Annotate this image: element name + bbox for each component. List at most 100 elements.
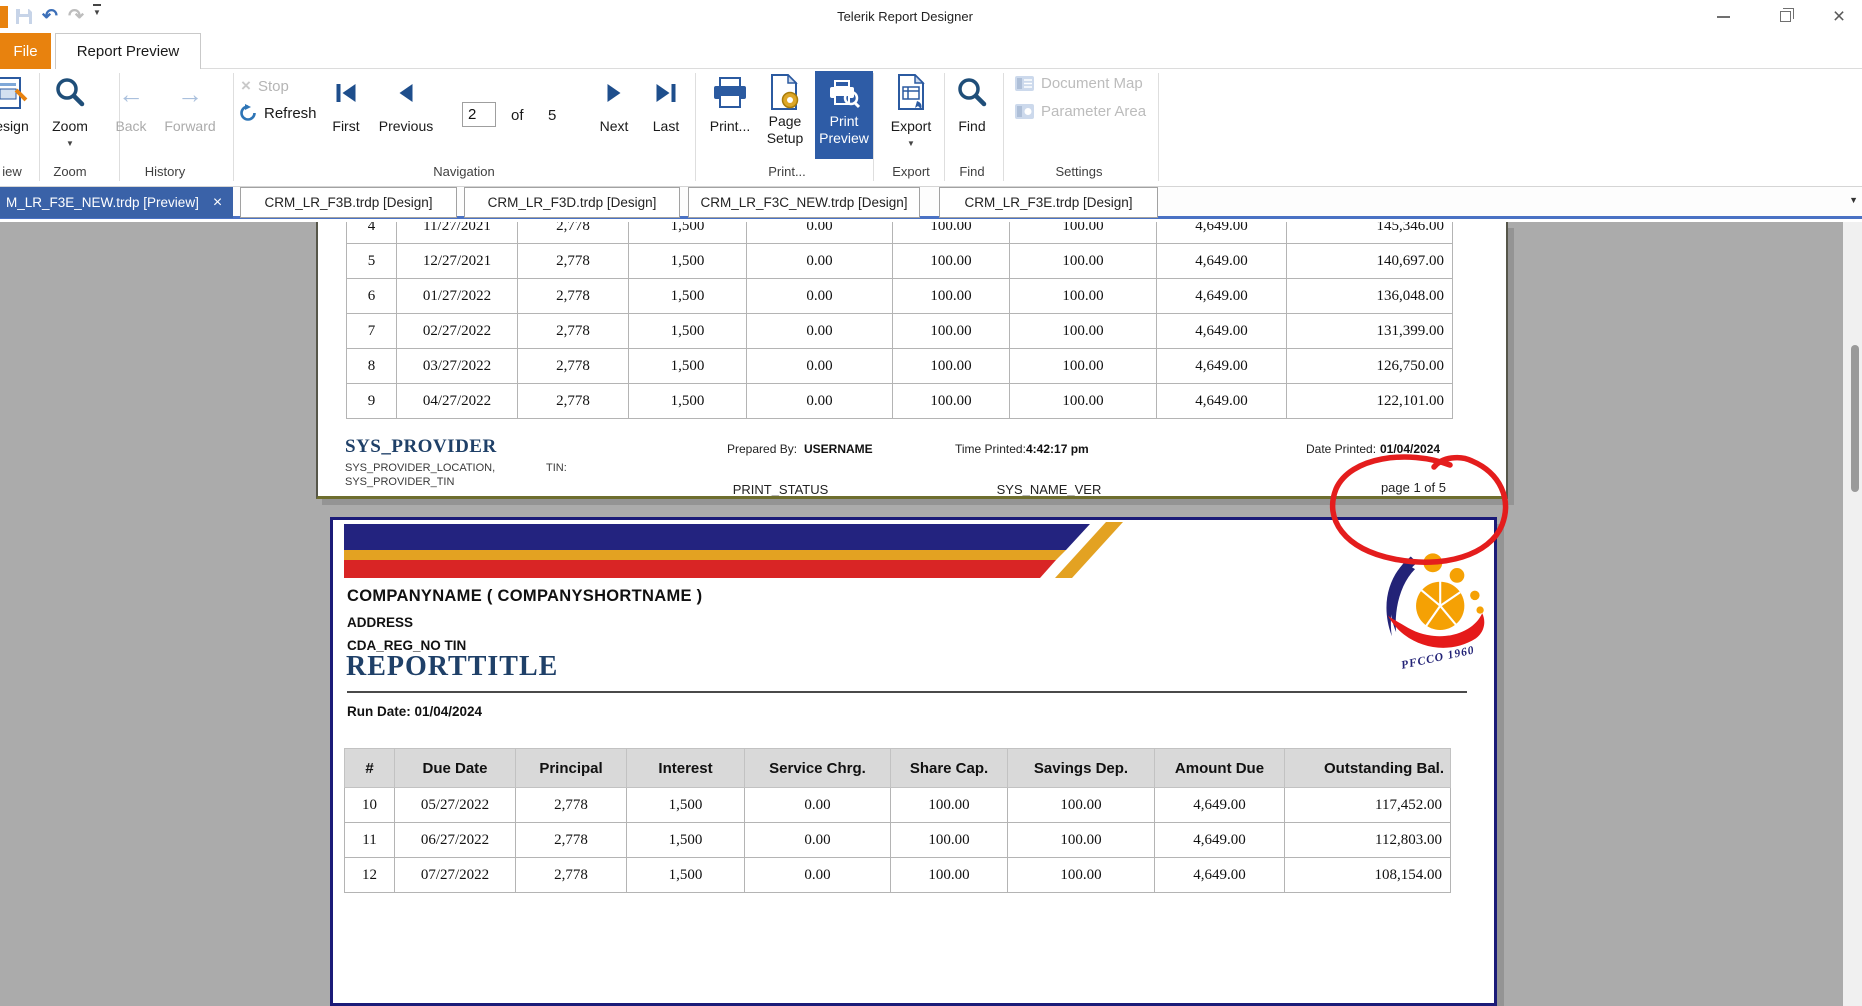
next-page-icon[interactable]	[608, 84, 621, 102]
document-map-button[interactable]: Document Map	[1015, 75, 1143, 92]
document-tab[interactable]: M_LR_F3E_NEW.trdp [Preview]×	[0, 187, 233, 218]
first-page-button[interactable]: First	[332, 118, 359, 134]
export-dropdown-icon[interactable]: ▼	[907, 139, 915, 148]
page-setup-icon[interactable]	[769, 74, 801, 110]
group-label-view: iew	[2, 164, 22, 179]
tab-list-dropdown-icon[interactable]: ▼	[1849, 195, 1858, 205]
document-tab[interactable]: CRM_LR_F3E.trdp [Design]	[939, 187, 1158, 218]
print-icon[interactable]	[712, 77, 748, 109]
table-header-row: #Due DatePrincipalInterestService Chrg.S…	[345, 749, 1451, 788]
table-cell: 06/27/2022	[395, 823, 516, 858]
table-cell: 0.00	[745, 788, 891, 823]
table-cell: 100.00	[893, 244, 1010, 279]
export-button[interactable]: Export	[891, 118, 931, 134]
report-page-2: COMPANYNAME ( COMPANYSHORTNAME ) ADDRESS…	[330, 517, 1497, 1006]
zoom-dropdown-icon[interactable]: ▼	[66, 139, 74, 148]
table-cell: 145,346.00	[1287, 222, 1453, 244]
find-button[interactable]: Find	[958, 118, 985, 134]
table-cell: 4,649.00	[1157, 314, 1287, 349]
document-tab[interactable]: CRM_LR_F3D.trdp [Design]	[464, 187, 680, 218]
column-header: Amount Due	[1155, 749, 1285, 788]
table-cell: 4,649.00	[1155, 823, 1285, 858]
minimize-button[interactable]	[1700, 2, 1746, 31]
table-cell: 4,649.00	[1155, 858, 1285, 893]
document-tab[interactable]: CRM_LR_F3C_NEW.trdp [Design]	[688, 187, 920, 218]
prepared-by-value: USERNAME	[804, 442, 873, 456]
column-header: Share Cap.	[891, 749, 1008, 788]
table-row: 904/27/20222,7781,5000.00100.00100.004,6…	[347, 384, 1453, 419]
group-separator	[233, 73, 234, 181]
document-tab[interactable]: CRM_LR_F3B.trdp [Design]	[240, 187, 457, 218]
find-icon[interactable]	[956, 77, 988, 109]
tab-report-preview[interactable]: Report Preview	[55, 33, 201, 69]
table-cell: 100.00	[893, 314, 1010, 349]
print-button[interactable]: Print...	[710, 118, 750, 134]
title-bar: ↶ ↷ ▼ Telerik Report Designer ×	[0, 0, 1862, 33]
vertical-scrollbar[interactable]	[1843, 222, 1862, 1006]
table-cell: 11	[345, 823, 395, 858]
page-number-input[interactable]: 2	[462, 102, 496, 127]
table-cell: 4,649.00	[1157, 222, 1287, 244]
print-preview-button[interactable]: Print Preview	[815, 71, 873, 159]
export-icon[interactable]	[895, 74, 927, 110]
table-cell: 0.00	[747, 222, 893, 244]
table-cell: 12/27/2021	[397, 244, 518, 279]
table-row: 1106/27/20222,7781,5000.00100.00100.004,…	[345, 823, 1451, 858]
previous-page-icon[interactable]	[400, 84, 413, 102]
last-page-icon[interactable]	[657, 84, 676, 102]
document-tab-label: CRM_LR_F3E.trdp [Design]	[964, 195, 1132, 210]
run-date: Run Date: 01/04/2024	[347, 704, 482, 719]
table-row: 601/27/20222,7781,5000.00100.00100.004,6…	[347, 279, 1453, 314]
group-label-history: History	[145, 164, 185, 179]
table-cell: 1,500	[629, 279, 747, 314]
column-header: Outstanding Bal.	[1285, 749, 1451, 788]
back-button[interactable]: Back	[115, 118, 146, 134]
table-cell: 1,500	[627, 788, 745, 823]
table-cell: 07/27/2022	[395, 858, 516, 893]
provider-name: SYS_PROVIDER	[345, 436, 497, 458]
next-page-button[interactable]: Next	[600, 118, 629, 134]
prepared-by-label: Prepared By:	[727, 442, 797, 456]
previous-page-button[interactable]: Previous	[379, 118, 433, 134]
zoom-button[interactable]: Zoom	[52, 118, 88, 134]
refresh-label: Refresh	[264, 105, 317, 122]
header-stripes	[344, 522, 1144, 578]
last-page-button[interactable]: Last	[653, 118, 679, 134]
restore-icon	[1780, 11, 1791, 22]
close-tab-icon[interactable]: ×	[213, 194, 222, 212]
table-cell: 4,649.00	[1157, 349, 1287, 384]
scrollbar-thumb[interactable]	[1851, 345, 1859, 492]
document-tab-label: CRM_LR_F3C_NEW.trdp [Design]	[700, 195, 907, 210]
table-cell: 2,778	[518, 384, 629, 419]
parameter-area-button[interactable]: Parameter Area	[1015, 103, 1146, 120]
design-view-icon[interactable]	[0, 75, 28, 111]
table-cell: 100.00	[1008, 788, 1155, 823]
restore-button[interactable]	[1762, 2, 1808, 31]
page-setup-button[interactable]: Page Setup	[767, 113, 804, 147]
forward-button[interactable]: Forward	[164, 118, 215, 134]
table-cell: 2,778	[516, 823, 627, 858]
table-cell: 100.00	[1008, 858, 1155, 893]
tab-file[interactable]: File	[0, 33, 51, 69]
print-preview-label-2: Preview	[819, 130, 869, 147]
table-cell: 4,649.00	[1157, 279, 1287, 314]
table-cell: 4,649.00	[1157, 244, 1287, 279]
table-cell: 2,778	[516, 858, 627, 893]
table-cell: 7	[347, 314, 397, 349]
table-cell: 2,778	[518, 279, 629, 314]
first-page-icon[interactable]	[337, 84, 356, 102]
print-preview-icon	[828, 79, 860, 109]
company-name: COMPANYNAME ( COMPANYSHORTNAME )	[347, 587, 702, 606]
stop-button[interactable]: × Stop	[241, 76, 289, 96]
close-button[interactable]: ×	[1816, 2, 1862, 31]
company-address: ADDRESS	[347, 615, 413, 630]
table-cell: 126,750.00	[1287, 349, 1453, 384]
zoom-icon[interactable]	[54, 77, 86, 109]
red-circle-annotation	[1322, 447, 1522, 577]
group-label-navigation: Navigation	[433, 164, 494, 179]
table-cell: 5	[347, 244, 397, 279]
group-separator	[873, 73, 874, 181]
refresh-button[interactable]: Refresh	[239, 104, 317, 122]
document-tab-label: CRM_LR_F3B.trdp [Design]	[264, 195, 432, 210]
design-view-label[interactable]: esign	[0, 118, 29, 134]
